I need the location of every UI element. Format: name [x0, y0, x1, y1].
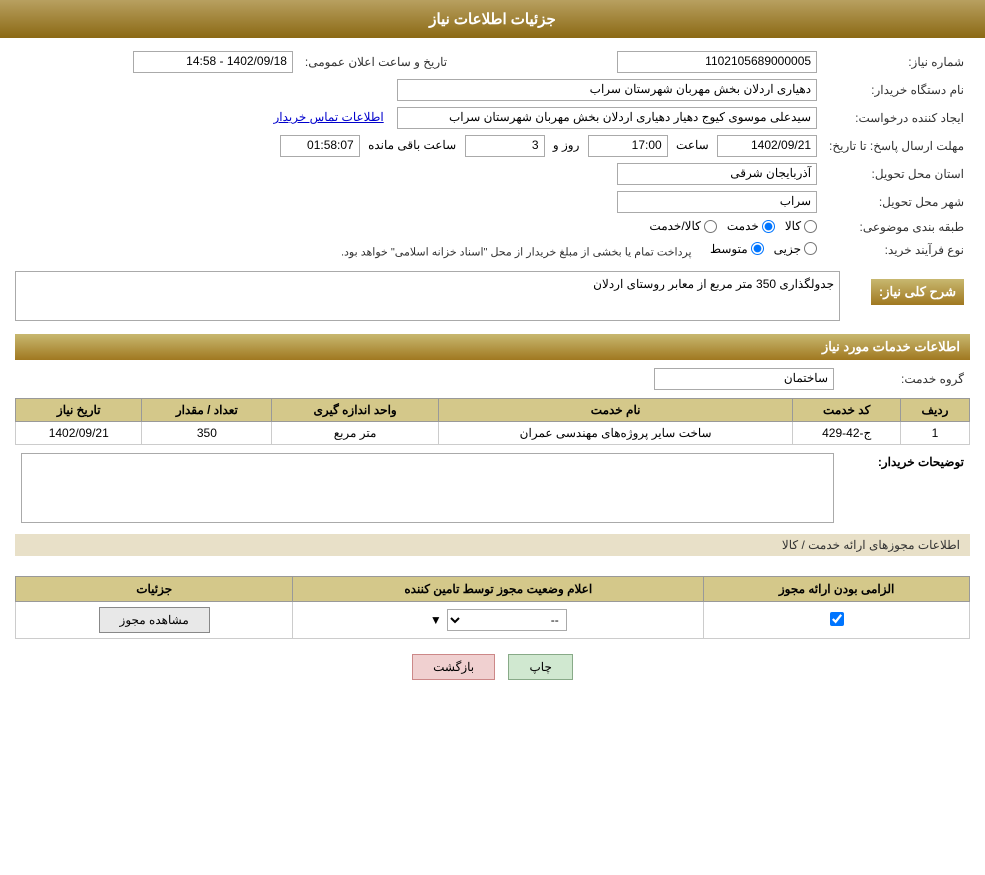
province-display: آذربایجان شرقی — [617, 163, 817, 185]
services-table: ردیف کد خدمت نام خدمت واحد اندازه گیری ت… — [15, 398, 970, 445]
buyer-org-value: دهیاری اردلان بخش مهربان شهرستان سراب — [15, 76, 823, 104]
deadline-date-display: 1402/09/21 — [717, 135, 817, 157]
view-permit-button[interactable]: مشاهده مجوز — [99, 607, 210, 633]
services-section-title: اطلاعات خدمات مورد نیاز — [15, 334, 970, 360]
deadline-row: 1402/09/21 ساعت 17:00 روز و 3 ساعت باقی … — [15, 132, 823, 160]
perm-required-cell — [704, 602, 970, 639]
perm-row: -- ▼ مشاهده مجوز — [16, 602, 970, 639]
category-radio-kala[interactable] — [804, 220, 817, 233]
deadline-remaining-display: 01:58:07 — [280, 135, 360, 157]
page-wrapper: جزئیات اطلاعات نیاز شماره نیاز: 11021056… — [0, 0, 985, 875]
buyer-notes-label: توضیحات خریدار: — [878, 455, 964, 469]
purchase-type-radio-motes[interactable] — [751, 242, 764, 255]
col-name: نام خدمت — [438, 399, 793, 422]
category-khedmat-label: خدمت — [727, 219, 759, 233]
purchase-type-row: جزیی متوسط پرداخت تمام یا بخشی از مبلغ خ… — [15, 239, 823, 262]
date-label: تاریخ و ساعت اعلان عمومی: — [299, 48, 453, 76]
perm-required-checkbox[interactable] — [830, 612, 844, 626]
category-option-both: کالا/خدمت — [649, 219, 716, 233]
perm-status-select[interactable]: -- — [447, 609, 567, 631]
back-button[interactable]: بازگشت — [412, 654, 495, 680]
category-both-label: کالا/خدمت — [649, 219, 700, 233]
service-group-label: گروه خدمت: — [840, 365, 970, 393]
header-info-table: شماره نیاز: 1102105689000005 تاریخ و ساع… — [15, 48, 970, 261]
category-option-khedmat: خدمت — [727, 219, 775, 233]
purchase-type-jozi-label: جزیی — [774, 242, 801, 256]
deadline-time-display: 17:00 — [588, 135, 668, 157]
col-unit: واحد اندازه گیری — [272, 399, 439, 422]
perm-col-status: اعلام وضعیت مجوز توسط تامین کننده — [293, 577, 704, 602]
print-button[interactable]: چاپ — [508, 654, 572, 680]
need-number-value: 1102105689000005 — [473, 48, 823, 76]
cell-name: ساخت سایر پروژه‌های مهندسی عمران — [438, 422, 793, 445]
service-group-value: ساختمان — [15, 365, 840, 393]
col-quantity: تعداد / مقدار — [142, 399, 272, 422]
perm-col-required: الزامی بودن ارائه مجوز — [704, 577, 970, 602]
buyer-org-label: نام دستگاه خریدار: — [823, 76, 970, 104]
perm-details-cell: مشاهده مجوز — [16, 602, 293, 639]
category-kala-label: کالا — [785, 219, 801, 233]
deadline-time-label: ساعت — [676, 138, 709, 152]
permissions-divider: اطلاعات مجوزهای ارائه خدمت / کالا — [15, 534, 970, 556]
main-content: شماره نیاز: 1102105689000005 تاریخ و ساع… — [0, 38, 985, 690]
dropdown-icon: ▼ — [430, 613, 442, 627]
purchase-type-note: پرداخت تمام یا بخشی از مبلغ خریدار از مح… — [341, 246, 692, 258]
col-date: تاریخ نیاز — [16, 399, 142, 422]
category-label: طبقه بندی موضوعی: — [823, 216, 970, 239]
service-group-table: گروه خدمت: ساختمان — [15, 365, 970, 393]
bottom-buttons: چاپ بازگشت — [15, 654, 970, 680]
permissions-table: الزامی بودن ارائه مجوز اعلام وضعیت مجوز … — [15, 576, 970, 639]
requester-display: سیدعلی موسوی کیوج دهیار دهیاری اردلان بخ… — [397, 107, 817, 129]
cell-unit: متر مربع — [272, 422, 439, 445]
buyer-notes-input[interactable] — [21, 453, 834, 523]
perm-col-details: جزئیات — [16, 577, 293, 602]
deadline-days-display: 3 — [465, 135, 545, 157]
service-group-display: ساختمان — [654, 368, 834, 390]
table-row: 1 ج-42-429 ساخت سایر پروژه‌های مهندسی عم… — [16, 422, 970, 445]
requester-value: سیدعلی موسوی کیوج دهیار دهیاری اردلان بخ… — [15, 104, 823, 132]
deadline-remaining-label: ساعت باقی مانده — [368, 138, 456, 152]
cell-code: ج-42-429 — [793, 422, 901, 445]
date-value: 1402/09/18 - 14:58 — [15, 48, 299, 76]
description-label: شرح کلی نیاز: — [871, 279, 964, 305]
need-number-label: شماره نیاز: — [823, 48, 970, 76]
description-table: شرح کلی نیاز: جدولگذاری 350 متر مربع از … — [15, 266, 970, 326]
city-display: سراب — [617, 191, 817, 213]
col-code: کد خدمت — [793, 399, 901, 422]
category-option-kala: کالا — [785, 219, 817, 233]
date-display: 1402/09/18 - 14:58 — [133, 51, 293, 73]
category-radio-khedmat[interactable] — [762, 220, 775, 233]
cell-date: 1402/09/21 — [16, 422, 142, 445]
purchase-type-motes-label: متوسط — [710, 242, 748, 256]
purchase-type-radio-group: جزیی متوسط — [710, 242, 817, 256]
buyer-notes-table: توضیحات خریدار: — [15, 450, 970, 529]
cell-quantity: 350 — [142, 422, 272, 445]
need-number-display: 1102105689000005 — [617, 51, 817, 73]
deadline-label: مهلت ارسال پاسخ: تا تاریخ: — [823, 132, 970, 160]
category-radio-both[interactable] — [704, 220, 717, 233]
deadline-days-label: روز و — [553, 138, 580, 152]
cell-row: 1 — [900, 422, 969, 445]
description-value: جدولگذاری 350 متر مربع از معابر روستای ا… — [15, 271, 840, 321]
purchase-type-option-jozi: جزیی — [774, 242, 817, 256]
contact-link[interactable]: اطلاعات تماس خریدار — [273, 110, 383, 124]
purchase-type-radio-jozi[interactable] — [804, 242, 817, 255]
city-label: شهر محل تحویل: — [823, 188, 970, 216]
category-radios: کالا خدمت کالا/خدمت — [15, 216, 823, 239]
col-row: ردیف — [900, 399, 969, 422]
requester-label: ایجاد کننده درخواست: — [823, 104, 970, 132]
page-title: جزئیات اطلاعات نیاز — [0, 0, 985, 38]
perm-status-cell: -- ▼ — [293, 602, 704, 639]
category-radio-group: کالا خدمت کالا/خدمت — [649, 219, 817, 233]
buyer-org-display: دهیاری اردلان بخش مهربان شهرستان سراب — [397, 79, 817, 101]
purchase-type-option-motes: متوسط — [710, 242, 764, 256]
city-value: سراب — [15, 188, 823, 216]
province-label: استان محل تحویل: — [823, 160, 970, 188]
province-value: آذربایجان شرقی — [15, 160, 823, 188]
purchase-type-label: نوع فرآیند خرید: — [823, 239, 970, 262]
